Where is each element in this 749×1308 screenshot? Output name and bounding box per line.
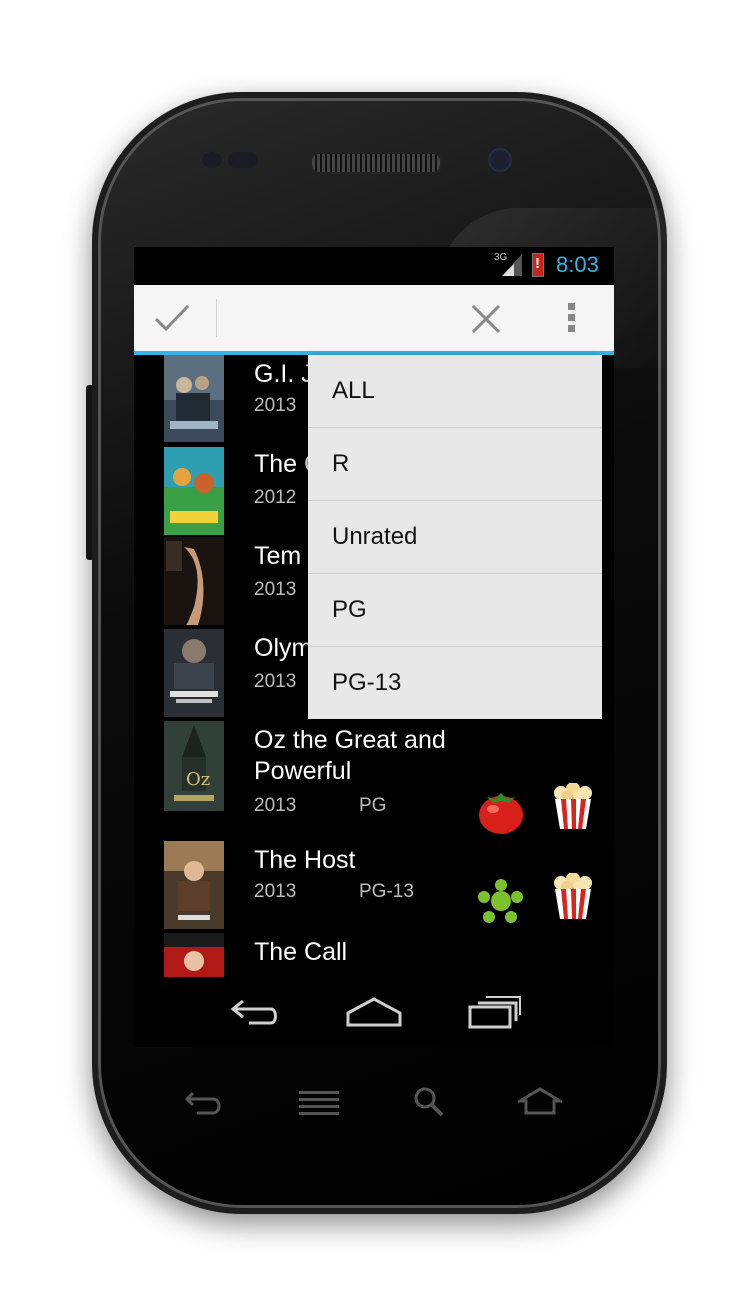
movie-year: 2013 [254,881,297,902]
hardware-home-icon[interactable] [518,1085,562,1117]
status-bar: 3G 8:03 [134,247,614,285]
hardware-search-icon[interactable] [408,1085,452,1117]
proximity-sensor [202,152,222,168]
recent-apps-icon[interactable] [468,993,522,1029]
movie-poster [164,537,224,625]
list-item[interactable]: The Call [134,933,614,977]
hardware-menu-icon[interactable] [297,1085,341,1117]
navigation-bar [134,977,614,1047]
movie-poster: Oz [164,721,224,811]
menu-item-all[interactable]: ALL [308,355,602,428]
movie-title: The Call [254,938,348,966]
movie-year: 2013 [254,795,297,816]
popcorn-icon [554,873,592,919]
movie-year: 2013 [254,579,297,600]
menu-item-pg[interactable]: PG [308,574,602,647]
home-icon[interactable] [346,995,402,1029]
popcorn-icon [554,783,592,829]
menu-item-r[interactable]: R [308,428,602,501]
signal-icon [502,254,522,276]
splat-icon [478,879,523,923]
screen: 3G 8:03 [134,247,614,1047]
divider [216,299,217,337]
front-camera [488,148,512,172]
svg-text:Oz: Oz [186,769,210,790]
mpaa-rating: PG-13 [359,881,414,902]
movie-title: Oz the Great and Powerful [254,726,446,785]
movie-poster [164,933,224,977]
earpiece-speaker [310,152,442,174]
check-icon[interactable] [154,303,190,333]
rating-filter-menu[interactable]: ALL R Unrated PG PG-13 [308,355,602,719]
tomato-icon [479,793,523,834]
movie-poster [164,841,224,929]
light-sensor [228,152,258,168]
movie-poster [164,629,224,717]
movie-year: 2013 [254,671,297,692]
back-icon[interactable] [229,995,281,1029]
clock: 8:03 [556,252,599,277]
menu-item-unrated[interactable]: Unrated [308,501,602,574]
movie-poster [164,355,224,442]
movie-year: 2012 [254,487,297,508]
movie-title: The Host [254,846,356,874]
list-item[interactable]: The Host 2013 PG-13 [134,841,614,933]
hardware-back-icon[interactable] [183,1085,227,1117]
close-icon[interactable] [470,303,502,335]
movie-poster [164,447,224,535]
movie-year: 2013 [254,395,297,416]
menu-item-pg-13[interactable]: PG-13 [308,647,602,719]
list-item[interactable]: Oz Oz the Great and Powerful 2013 PG [134,721,614,841]
mpaa-rating: PG [359,795,387,816]
action-bar [134,285,614,355]
battery-icon [532,253,544,277]
overflow-menu-icon[interactable] [564,303,578,335]
